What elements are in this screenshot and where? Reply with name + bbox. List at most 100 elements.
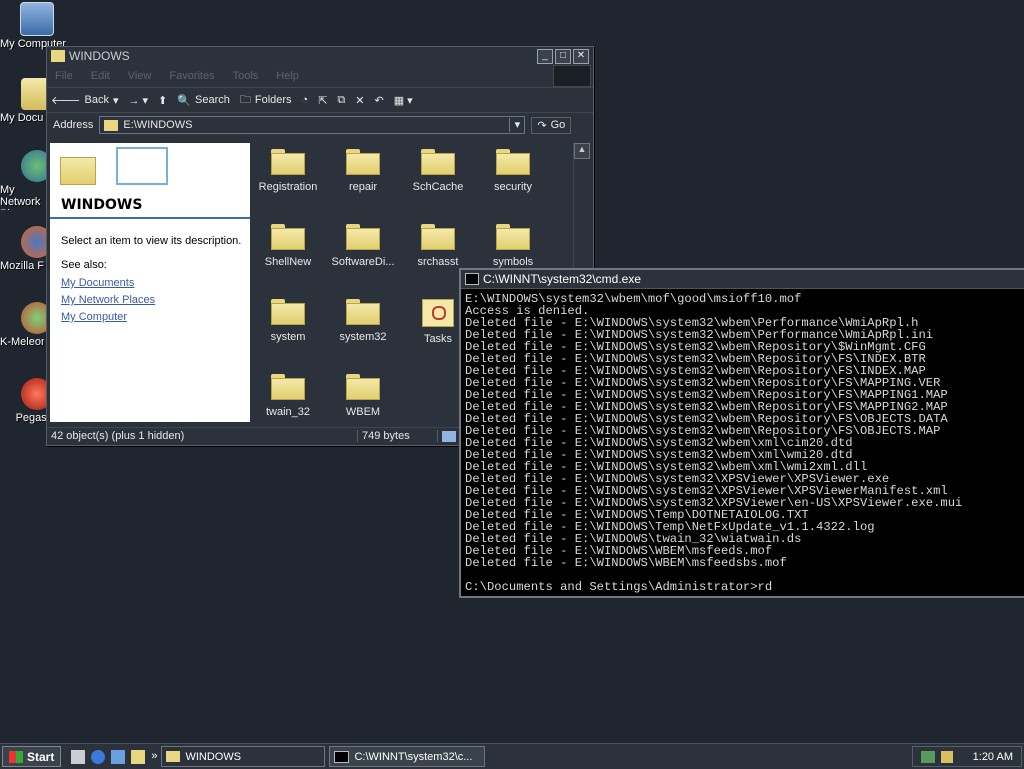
address-value: E:\WINDOWS [123,119,193,131]
show-desktop-icon[interactable] [71,749,86,764]
folder-label: Registration [258,181,318,193]
back-arrow-icon: 🡐 [51,95,81,107]
folder-item[interactable]: SchCache [401,149,475,193]
folder-label: srchasst [417,256,459,268]
folder-item[interactable]: ShellNew [251,224,325,268]
menu-tools[interactable]: Tools [233,70,259,82]
menu-file[interactable]: File [55,70,73,82]
address-input[interactable]: E:\WINDOWS ▾ [99,116,526,134]
panel-title: WINDOWS [61,197,143,213]
windows-logo-icon [553,65,591,87]
move-to-button[interactable]: ⇱ [318,94,327,107]
delete-button[interactable]: ✕ [355,94,364,107]
start-button[interactable]: Start [2,746,62,767]
folder-item[interactable]: srchasst [401,224,475,268]
outlook-express-icon[interactable] [111,749,126,764]
task-button-cmd[interactable]: C:\WINNT\system32\c... [329,746,486,767]
folder-item[interactable]: symbols [476,224,550,268]
folder-icon [60,157,96,185]
explorer-toolbar: 🡐 Back ▾ → ▾ ⬆ 🔍 Search 🗀 Folders ◔ ⇱ ⧉ … [47,87,593,112]
task-button-explorer[interactable]: WINDOWS [161,746,326,767]
undo-button[interactable]: ↶ [375,94,384,107]
folder-icon [421,224,455,250]
menu-view[interactable]: View [128,70,152,82]
history-button[interactable]: ◔ [302,94,309,106]
address-bar: Address E:\WINDOWS ▾ ↷ Go [47,112,593,137]
cmd-title: C:\WINNT\system32\cmd.exe [483,272,642,286]
link-my-network-places[interactable]: My Network Places [61,294,155,306]
minimize-button[interactable]: _ [537,48,553,64]
network-tray-icon[interactable] [920,750,935,763]
go-label: Go [550,119,566,131]
menu-edit[interactable]: Edit [91,70,110,82]
folder-label: SoftwareDi... [331,256,395,268]
folders-label: Folders [254,94,292,106]
folders-button[interactable]: 🗀 Folders [240,91,292,110]
go-button[interactable]: ↷ Go [531,116,572,134]
panel-decoration [116,147,168,185]
search-icon: 🔍 [177,94,191,107]
folder-icon [496,224,530,250]
my-computer-icon [442,430,456,442]
folder-label: symbols [492,256,534,268]
volume-tray-icon[interactable] [940,750,953,763]
link-my-documents[interactable]: My Documents [61,277,134,289]
folder-label: system32 [339,331,387,343]
chevron-right-icon[interactable]: » [151,750,157,764]
status-size: 749 bytes [358,430,438,442]
folder-icon [166,751,181,762]
folder-icon [346,374,380,400]
back-label: Back [84,94,109,106]
task-label: WINDOWS [185,750,242,763]
search-icon[interactable] [131,749,146,764]
cmd-icon [334,750,350,763]
folder-icon [271,299,305,325]
folder-icon [104,119,119,131]
folder-item[interactable]: twain_32 [251,374,325,418]
folder-item[interactable]: Registration [251,149,325,193]
folder-label: WBEM [345,406,381,418]
undo-icon: ↶ [374,94,384,107]
my-computer-icon [20,2,54,36]
explorer-titlebar[interactable]: WINDOWS _ □ ✕ [47,47,593,65]
menu-help[interactable]: Help [276,70,299,82]
chevron-down-icon[interactable]: ▾ [509,118,524,132]
menu-bar: File Edit View Favorites Tools Help [47,65,593,87]
link-my-computer[interactable]: My Computer [61,311,127,323]
desktop-icon-my-computer[interactable]: My Computer [0,2,74,50]
taskbar: Start » WINDOWS C:\WINNT\system32\c... 1… [0,743,1024,769]
folder-item[interactable]: SoftwareDi... [326,224,400,268]
panel-description: Select an item to view its description. [61,235,242,247]
up-folder-button[interactable]: ⬆ [158,94,167,107]
scroll-up-icon[interactable]: ▲ [574,143,590,159]
desktop-icon-label: My Network Places [0,184,41,210]
cmd-output[interactable]: E:\WINDOWS\system32\wbem\mof\good\msioff… [461,289,1024,593]
search-label: Search [195,94,230,106]
forward-button[interactable]: → ▾ [129,94,149,107]
folder-icon [346,149,380,175]
cmd-line: Deleted file - E:\WINDOWS\WBEM\msfeedsbs… [465,556,787,570]
close-button[interactable]: ✕ [573,48,589,64]
cmd-titlebar[interactable]: C:\WINNT\system32\cmd.exe [461,270,1024,289]
cmd-window: C:\WINNT\system32\cmd.exe E:\WINDOWS\sys… [459,268,1024,598]
folder-icon [271,374,305,400]
folder-item[interactable]: WBEM [326,374,400,418]
folders-icon: 🗀 [239,93,251,106]
folder-item[interactable]: repair [326,149,400,193]
desktop-icon-label: My Documents [0,112,44,124]
menu-favorites[interactable]: Favorites [169,70,214,82]
clock[interactable]: 1:20 AM [973,751,1013,763]
task-label: C:\WINNT\system32\c... [354,750,473,763]
views-button[interactable]: ▦ ▾ [394,94,413,107]
see-also-links: My Documents My Network Places My Comput… [50,275,250,326]
copy-to-button[interactable]: ⧉ [337,94,345,107]
folder-item[interactable]: system [251,299,325,343]
maximize-button[interactable]: □ [555,48,571,64]
search-button[interactable]: 🔍 Search [177,94,230,107]
up-folder-icon: ⬆ [158,94,168,107]
folder-item[interactable]: security [476,149,550,193]
folder-item[interactable]: system32 [326,299,400,343]
internet-explorer-icon[interactable] [91,749,106,764]
quick-launch: » [71,749,157,764]
back-button[interactable]: 🡐 Back ▾ [51,93,119,107]
